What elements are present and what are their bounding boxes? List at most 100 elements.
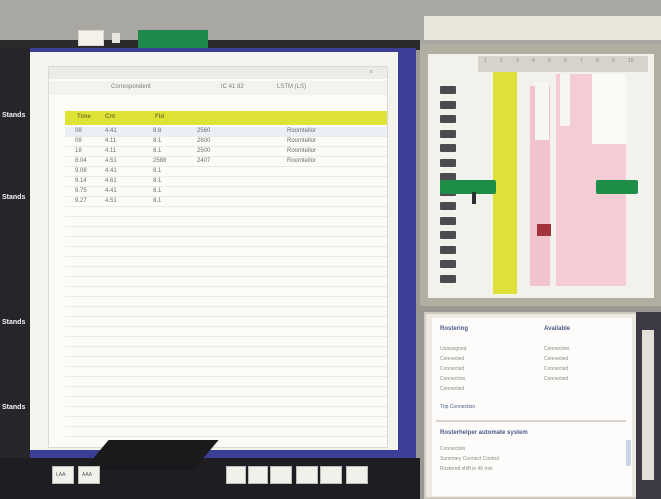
toolbar-button[interactable] [78, 30, 104, 46]
table-cell: Roomtellor [287, 158, 317, 164]
toolbar-item[interactable]: LSTM (LS) [277, 84, 306, 90]
table-row[interactable] [65, 307, 387, 317]
grid-column-header[interactable]: 6 [564, 58, 574, 66]
close-icon[interactable]: × [369, 69, 379, 77]
table-row[interactable]: 08 4.11 8.1 2600 Roomtellor [65, 137, 387, 147]
grid-active-row-marker[interactable] [440, 180, 496, 194]
table-row[interactable] [65, 247, 387, 257]
grid-active-row-marker[interactable] [596, 180, 638, 194]
table-row[interactable] [65, 237, 387, 247]
grid-row-label[interactable] [440, 260, 456, 268]
active-status-button[interactable] [138, 30, 208, 48]
bottom-button-label: LAA [56, 472, 66, 478]
grid-row-label[interactable] [440, 86, 456, 94]
info-line: Connection [544, 346, 570, 352]
grid-row-label[interactable] [440, 216, 456, 225]
table-row[interactable] [65, 407, 387, 417]
info-line: Connection [440, 376, 466, 382]
table-row[interactable]: 8.04 4.51 2588 2407 Roomtellor [65, 157, 387, 167]
grid-row-label[interactable] [440, 158, 456, 167]
table-row[interactable] [65, 367, 387, 377]
grid-free-block[interactable] [535, 82, 549, 140]
grid-column-header[interactable]: 7 [580, 58, 590, 66]
grid-column-header[interactable]: 4 [532, 58, 542, 66]
table-row[interactable]: 9.27 4.51 8.1 [65, 197, 387, 207]
table-cell: 2600 [197, 138, 211, 144]
grid-free-block[interactable] [592, 74, 626, 144]
grid-row-label[interactable] [440, 231, 456, 239]
table-cell: 8.1 [153, 168, 162, 174]
bottom-button[interactable] [226, 466, 246, 484]
table-cell: 18 [75, 148, 82, 154]
table-cell: 4.41 [105, 188, 117, 194]
bottom-button[interactable] [346, 466, 368, 484]
table-cell: Roomtellor [287, 148, 317, 154]
table-cell: 9.08 [75, 168, 87, 174]
table-row[interactable] [65, 357, 387, 367]
table-row[interactable]: 9.08 4.41 8.1 [65, 167, 387, 177]
grid-column-header[interactable]: 1 [484, 58, 494, 66]
column-header[interactable]: Time [77, 114, 91, 120]
info-line: Connected [440, 386, 465, 392]
grid-column-header[interactable]: 5 [548, 58, 558, 66]
bottom-button[interactable] [248, 466, 268, 484]
table-row[interactable] [65, 317, 387, 327]
left-rail [0, 48, 32, 459]
table-row[interactable] [65, 327, 387, 337]
table-row[interactable] [65, 377, 387, 387]
grid-row-label[interactable] [440, 129, 456, 138]
table-row[interactable]: 9.14 4.61 8.1 [65, 177, 387, 187]
bottom-button[interactable]: AAA [78, 466, 100, 484]
table-row[interactable] [65, 387, 387, 397]
grid-top-panel [424, 16, 661, 40]
grid-row-label[interactable] [440, 115, 456, 123]
table-cell: 8.1 [153, 138, 162, 144]
bottom-button[interactable] [320, 466, 342, 484]
grid-column-header[interactable]: 3 [516, 58, 526, 66]
toolbar-item[interactable]: IC 41 82 [221, 84, 244, 90]
grid-cursor[interactable] [472, 192, 476, 204]
table-row[interactable] [65, 397, 387, 407]
bottom-button[interactable] [270, 466, 292, 484]
grid-row-label[interactable] [440, 245, 456, 254]
bottom-button[interactable]: LAA [52, 466, 74, 484]
table-row[interactable] [65, 417, 387, 427]
table-row[interactable]: 18 4.11 8.1 2500 Roomtellor [65, 147, 387, 157]
table-row[interactable] [65, 267, 387, 277]
table-row[interactable] [65, 287, 387, 297]
grid-row-label[interactable] [440, 100, 456, 109]
column-header[interactable]: Cnt [105, 114, 115, 120]
table-cell: 9.14 [75, 178, 87, 184]
table-cell: 4.11 [105, 148, 117, 154]
bottom-button[interactable] [296, 466, 318, 484]
grid-free-block[interactable] [560, 74, 570, 126]
grid-highlight-column[interactable] [493, 72, 517, 294]
info-line: Summary Connect Control [440, 456, 499, 462]
table-row[interactable] [65, 297, 387, 307]
grid-row-label[interactable] [440, 144, 456, 152]
grid-column-header[interactable]: 9 [612, 58, 622, 66]
grid-alert-cell[interactable] [537, 224, 551, 236]
grid-column-header[interactable]: 8 [596, 58, 606, 66]
scrollbar[interactable] [626, 440, 631, 466]
column-header[interactable]: Fld [155, 114, 164, 120]
grid-column-header[interactable]: 2 [500, 58, 510, 66]
table-row[interactable] [65, 227, 387, 237]
table-row[interactable] [65, 347, 387, 357]
table-row[interactable] [65, 257, 387, 267]
grid-row-label[interactable] [440, 202, 456, 210]
table-row[interactable] [65, 277, 387, 287]
table-cell: 2500 [197, 148, 211, 154]
info-section-title: Rosterhelper automate system [440, 430, 528, 436]
table-row[interactable] [65, 337, 387, 347]
table-row[interactable] [65, 427, 387, 437]
table-row[interactable]: 08 4.41 8.8 2560 Roomtellor [65, 127, 387, 137]
grid-row-label[interactable] [440, 274, 456, 283]
info-line: Connected [544, 356, 569, 362]
table-row[interactable] [65, 207, 387, 217]
table-row[interactable] [65, 217, 387, 227]
toolbar-item[interactable]: Correspondent [111, 84, 151, 90]
bottom-button-label: AAA [82, 472, 93, 478]
grid-column-header[interactable]: 10 [628, 58, 638, 66]
table-row[interactable]: 9.75 4.41 8.1 [65, 187, 387, 197]
